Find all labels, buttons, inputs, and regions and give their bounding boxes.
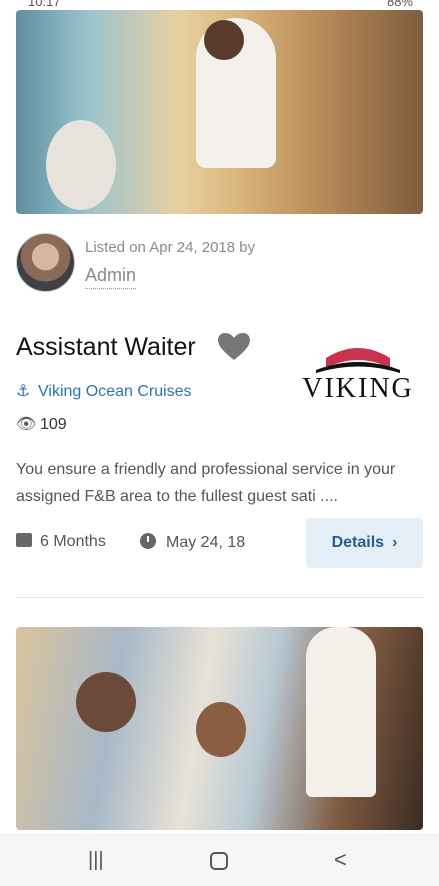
company-name: Viking Ocean Cruises: [38, 383, 192, 400]
home-icon[interactable]: [210, 852, 228, 870]
listed-date: Listed on Apr 24, 2018 by: [85, 239, 256, 256]
clock-icon: [140, 533, 156, 549]
heart-icon[interactable]: [216, 332, 252, 362]
details-label: Details: [331, 534, 385, 551]
company-link[interactable]: ⚓ Viking Ocean Cruises: [16, 381, 192, 401]
job-description: You ensure a friendly and professional s…: [16, 461, 396, 505]
chevron-right-icon: ›: [392, 534, 398, 551]
view-count: 👁 109: [16, 414, 67, 434]
status-bar: 10:17 88%: [0, 0, 439, 10]
eye-icon: 👁: [16, 416, 37, 433]
duration-value: 6 Months: [40, 533, 106, 550]
job-image[interactable]: [16, 10, 423, 214]
job-duration: 6 Months: [16, 533, 106, 551]
anchor-icon: ⚓: [16, 383, 31, 400]
date-value: May 24, 18: [166, 534, 246, 551]
android-nav-bar: ||| <: [0, 834, 439, 886]
details-button[interactable]: Details ›: [306, 518, 423, 568]
avatar[interactable]: [16, 233, 75, 292]
back-icon[interactable]: <: [334, 847, 347, 873]
view-count-value: 109: [40, 416, 67, 433]
job-date: May 24, 18: [140, 533, 245, 552]
listing-author: Listed on Apr 24, 2018 by Admin: [16, 233, 416, 293]
company-logo: VIKING: [302, 373, 414, 404]
job-image-next[interactable]: [16, 627, 423, 830]
recent-apps-icon[interactable]: |||: [88, 849, 104, 872]
author-link[interactable]: Admin: [85, 265, 137, 289]
status-time: 10:17: [28, 0, 61, 9]
card-divider: [16, 597, 423, 598]
job-title[interactable]: Assistant Waiter: [16, 333, 196, 362]
calendar-icon: [16, 533, 32, 547]
battery-level: 88%: [386, 0, 413, 9]
